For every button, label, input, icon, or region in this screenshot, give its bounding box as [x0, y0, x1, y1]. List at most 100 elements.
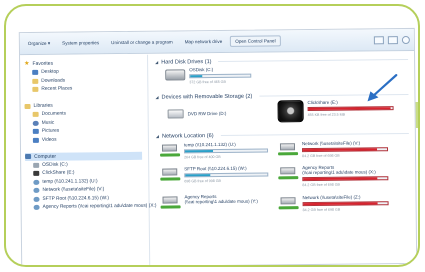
- drive-free-space: 264 GB free of 400 GB: [184, 154, 221, 159]
- pictures-icon: [32, 129, 39, 135]
- map-network-drive-button[interactable]: Map network drive: [181, 37, 227, 46]
- sidebar-item-label: Pictures: [41, 128, 60, 135]
- section-divider: [218, 59, 409, 62]
- sidebar-item-label: ClickShare (E:): [42, 170, 75, 177]
- drive-free-space: 372 GB free of 465 GB: [189, 79, 226, 84]
- drive-free-space: 84.2 GB free of 698 GB: [302, 182, 340, 187]
- usage-bar: [302, 200, 389, 206]
- drive-free-space: 84.2 GB free of 698 GB: [302, 153, 340, 158]
- drive-tile-network-z[interactable]: Network (\\useta\siteFile) (Z:) 84.2 GB …: [278, 194, 389, 212]
- network-drive-icon: [278, 197, 299, 210]
- sidebar-item-label: OSDisk (C:): [42, 162, 68, 168]
- sidebar-item-recent-places[interactable]: Recent Places: [24, 84, 147, 94]
- hard-drive-icon: [33, 162, 40, 168]
- favorites-group: ★ Favorites Desktop Downloads Recent Pla…: [24, 59, 147, 94]
- sidebar-item-videos[interactable]: Videos: [25, 135, 148, 145]
- usage-bar: [307, 105, 394, 111]
- drive-tile-agency-reports-y[interactable]: Agency Reports (\\cai reporting\1 adu\da…: [160, 194, 258, 209]
- sidebar-item-label: Recent Places: [41, 86, 73, 93]
- sidebar-item-label: Agency Reports (\\cai reporting\1 adu\da…: [42, 203, 157, 211]
- sidebar-favorites-label: Favorites: [32, 60, 54, 68]
- drive-path: (\\cai reporting\1 adu\date mous) (X:): [302, 169, 376, 176]
- system-properties-button[interactable]: System properties: [58, 38, 103, 47]
- sidebar-item-label: Downloads: [41, 78, 66, 84]
- usage-fill: [185, 173, 210, 176]
- videos-icon: [32, 137, 39, 143]
- usage-fill: [185, 149, 213, 152]
- clickshare-button-icon: [277, 100, 304, 123]
- section-title: Hard Disk Drives (1): [161, 58, 212, 66]
- drive-name: SFTP Root (\\10.224.6.15) (W:): [184, 165, 247, 172]
- music-icon: [32, 120, 39, 126]
- network-drive-icon: [278, 167, 299, 180]
- explorer-window: Organize ▾ System properties Uninstall o…: [18, 27, 418, 265]
- network-drive-icon: [160, 144, 181, 157]
- drive-free-space: 698 GB free of 998 GB: [184, 178, 221, 183]
- collapse-triangle-icon: ◢: [155, 94, 159, 100]
- drive-name: Network (\\useta\siteFile) (V:): [301, 140, 361, 147]
- drive-name: DVD RW Drive (D:): [187, 110, 227, 117]
- collapse-triangle-icon: ◢: [155, 59, 159, 65]
- drive-tile-osdisk[interactable]: OSDisk (C:) 372 GB free of 465 GB: [165, 67, 252, 84]
- desktop-icon: [32, 70, 39, 76]
- sidebar-item-agency-reports[interactable]: Agency Reports (\\cai reporting\1 adu\da…: [26, 202, 156, 212]
- network-drive-icon: [33, 179, 40, 185]
- recent-places-icon: [32, 87, 39, 93]
- uninstall-program-button[interactable]: Uninstall or change a program: [107, 37, 177, 47]
- network-tiles: temp (\\10.241.1.132) (U:) 264 GB free o…: [156, 138, 410, 231]
- network-drive-icon: [160, 196, 181, 209]
- help-icon[interactable]: [401, 35, 410, 44]
- clickshare-icon: [33, 171, 40, 177]
- drive-tile-temp[interactable]: temp (\\10.241.1.132) (U:) 264 GB free o…: [160, 141, 269, 159]
- network-drive-icon: [33, 205, 40, 211]
- usage-fill: [303, 147, 377, 151]
- libraries-icon: [24, 103, 31, 109]
- sidebar-item-label: Music: [41, 120, 55, 126]
- dvd-drive-icon: [167, 109, 184, 119]
- drive-free-space: 84.2 GB free of 698 GB: [302, 207, 341, 212]
- view-options-icon[interactable]: [373, 35, 384, 44]
- network-drive-icon: [33, 196, 40, 202]
- sidebar-computer-label: Computer: [34, 153, 57, 160]
- sidebar-item-label: temp (\\10.241.1.132) (U:): [42, 179, 98, 185]
- star-icon: ★: [24, 61, 30, 68]
- network-drive-icon: [278, 143, 299, 156]
- usage-bar: [184, 147, 269, 153]
- drive-name: temp (\\10.241.1.132) (U:): [183, 141, 236, 148]
- computer-icon: [25, 154, 32, 160]
- drive-tile-agency-reports-x[interactable]: Agency Reports (\\cai reporting\1 adu\da…: [278, 164, 389, 187]
- usage-bar: [302, 175, 389, 181]
- usage-bar: [189, 73, 252, 78]
- section-title: Devices with Removable Storage (2): [161, 93, 253, 101]
- section-title: Network Location (6): [161, 132, 214, 140]
- collapse-triangle-icon: ◢: [155, 133, 159, 139]
- drive-tile-network[interactable]: Network (\\useta\siteFile) (V:) 84.2 GB …: [278, 140, 389, 158]
- command-bar: Organize ▾ System properties Uninstall o…: [19, 28, 414, 56]
- sidebar-libraries-label: Libraries: [33, 102, 53, 110]
- hard-drive-icon: [165, 69, 186, 81]
- usage-bar: [302, 146, 389, 152]
- usage-fill: [303, 201, 378, 205]
- usage-fill: [190, 74, 203, 77]
- drive-name: OSDisk (C:): [189, 67, 214, 73]
- preview-pane-icon[interactable]: [387, 35, 398, 44]
- computer-group: Computer OSDisk (C:) ClickShare (E:) tem…: [25, 151, 156, 212]
- pointer-arrow: [367, 74, 398, 102]
- drive-tile-sftp[interactable]: SFTP Root (\\10.224.6.15) (W:) 698 GB fr…: [160, 165, 269, 183]
- usage-bar: [184, 171, 269, 177]
- usage-fill: [308, 106, 391, 110]
- drive-tile-dvd[interactable]: DVD RW Drive (D:): [167, 106, 227, 119]
- organize-button[interactable]: Organize ▾: [24, 38, 54, 48]
- documents-icon: [32, 112, 39, 118]
- sidebar-item-label: SFTP Root (\\10.224.6.15) (W:): [42, 195, 110, 202]
- libraries-group: Libraries Documents Music Pictures Video…: [24, 101, 148, 145]
- network-drive-icon: [160, 168, 181, 181]
- drive-name: Network (\\useta\siteFile) (Z:): [302, 194, 361, 201]
- removable-tiles: DVD RW Drive (D:) ClickShare (E:) 455 KB…: [156, 74, 409, 132]
- open-control-panel-button[interactable]: Open Control Panel: [230, 35, 281, 47]
- drive-path: (\\cai reporting\1 adu\date mous) (Y:): [184, 198, 258, 205]
- rounded-frame: Organize ▾ System properties Uninstall o…: [4, 4, 420, 267]
- section-divider: [220, 133, 409, 136]
- downloads-icon: [32, 78, 39, 84]
- network-drive-icon: [33, 188, 40, 194]
